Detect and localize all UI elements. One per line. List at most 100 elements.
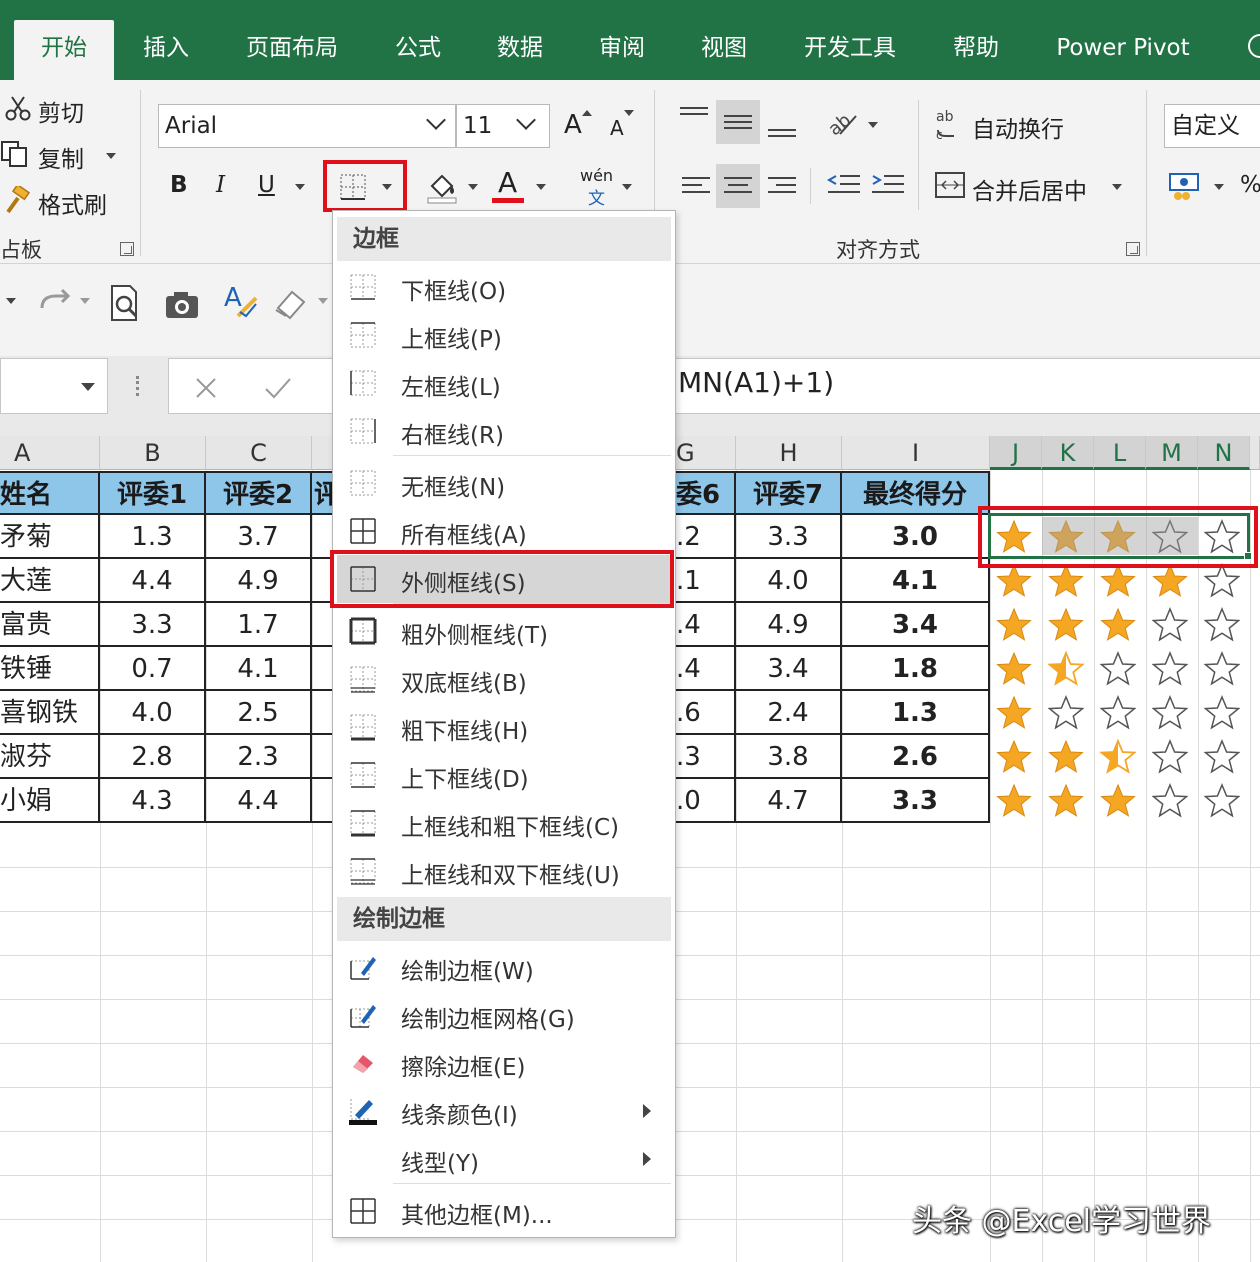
column-header-m[interactable]: M <box>1146 436 1198 470</box>
format-painter-button[interactable]: 格式刷 <box>38 186 107 220</box>
menu-item-line-style[interactable]: 线型(Y) <box>337 1135 671 1183</box>
tab-developer[interactable]: 开发工具 <box>790 20 910 80</box>
fill-color-icon[interactable] <box>424 168 460 204</box>
tab-formulas[interactable]: 公式 <box>380 20 456 80</box>
fill-color-dropdown-icon[interactable] <box>468 184 478 190</box>
percent-style-button[interactable]: % <box>1240 172 1260 198</box>
merge-center-icon[interactable] <box>934 170 966 200</box>
menu-item-top-bottom-border[interactable]: 上下框线(D) <box>337 751 671 799</box>
tab-review[interactable]: 审阅 <box>584 20 660 80</box>
scissors-icon[interactable] <box>4 94 32 122</box>
decrease-indent-icon[interactable] <box>826 170 862 200</box>
column-header-o[interactable] <box>1250 436 1260 470</box>
menu-item-draw-border-grid[interactable]: 绘制边框网格(G) <box>337 991 671 1039</box>
menu-item-draw-border[interactable]: 绘制边框(W) <box>337 943 671 991</box>
cell-judge2[interactable]: 4.4 <box>206 779 312 823</box>
print-preview-icon[interactable] <box>108 284 142 324</box>
cell-judge6[interactable]: .6 <box>676 691 736 735</box>
cell-final-score[interactable]: 4.1 <box>842 559 990 603</box>
align-bottom-icon[interactable] <box>766 118 798 146</box>
wrap-text-icon[interactable]: ab c <box>934 108 964 140</box>
column-header-j[interactable]: J <box>990 436 1042 470</box>
redo-dropdown-icon[interactable] <box>80 298 90 304</box>
format-painter-icon[interactable] <box>2 186 32 216</box>
menu-item-more-borders[interactable]: 其他边框(M)... <box>337 1187 671 1235</box>
cell-judge6[interactable]: .3 <box>676 735 736 779</box>
column-header-l[interactable]: L <box>1094 436 1146 470</box>
name-box[interactable] <box>0 358 108 414</box>
tab-page-layout[interactable]: 页面布局 <box>230 20 354 80</box>
cell-judge6[interactable]: .4 <box>676 647 736 691</box>
cancel-icon[interactable] <box>193 375 219 401</box>
italic-button[interactable]: I <box>216 172 225 198</box>
wrap-text-button[interactable]: 自动换行 <box>972 110 1064 144</box>
header-cell-judge7[interactable]: 评委7 <box>736 471 842 515</box>
align-left-icon[interactable] <box>680 172 712 200</box>
tab-insert[interactable]: 插入 <box>124 20 208 80</box>
cell-judge1[interactable]: 4.0 <box>100 691 206 735</box>
column-header-g[interactable]: G <box>676 436 736 470</box>
menu-item-top-thick-bottom-border[interactable]: 上框线和粗下框线(C) <box>337 799 671 847</box>
enter-icon[interactable] <box>263 375 293 401</box>
cell-judge7[interactable]: 3.4 <box>736 647 842 691</box>
shrink-font-button[interactable]: A <box>610 116 624 140</box>
cell-name[interactable]: 富贵 <box>0 603 100 647</box>
column-header-k[interactable]: K <box>1042 436 1094 470</box>
tell-me-icon[interactable] <box>1248 34 1260 58</box>
align-middle-button[interactable] <box>716 100 760 144</box>
header-cell-final-score[interactable]: 最终得分 <box>842 471 990 515</box>
menu-item-thick-outside-border[interactable]: 粗外侧框线(T) <box>337 607 671 655</box>
cell-final-score[interactable]: 3.0 <box>842 515 990 559</box>
cell-name[interactable]: 喜钢铁 <box>0 691 100 735</box>
phonetic-dropdown-icon[interactable] <box>622 184 632 190</box>
cell-judge1[interactable]: 4.3 <box>100 779 206 823</box>
menu-item-top-double-bottom-border[interactable]: 上框线和双下框线(U) <box>337 847 671 895</box>
cell-judge2[interactable]: 4.1 <box>206 647 312 691</box>
font-color-dropdown-icon[interactable] <box>536 184 546 190</box>
cell-final-score[interactable]: 3.4 <box>842 603 990 647</box>
accounting-dropdown-icon[interactable] <box>1214 184 1224 190</box>
underline-button[interactable]: U <box>258 172 275 198</box>
menu-item-double-bottom-border[interactable]: 双底框线(B) <box>337 655 671 703</box>
column-header-a[interactable]: A <box>0 436 100 470</box>
align-right-icon[interactable] <box>766 172 798 200</box>
cut-button[interactable]: 剪切 <box>38 94 84 128</box>
column-header-b[interactable]: B <box>100 436 206 470</box>
cell-judge2[interactable]: 2.5 <box>206 691 312 735</box>
header-cell-judge1[interactable]: 评委1 <box>100 471 206 515</box>
cell-judge7[interactable]: 4.9 <box>736 603 842 647</box>
formula-bar-splitter[interactable] <box>136 376 140 396</box>
cell-judge1[interactable]: 3.3 <box>100 603 206 647</box>
header-cell-judge2[interactable]: 评委2 <box>206 471 312 515</box>
font-size-combobox[interactable]: 11 <box>456 104 550 148</box>
cell-judge6[interactable]: .0 <box>676 779 736 823</box>
copy-button[interactable]: 复制 <box>38 140 84 174</box>
cell-judge7[interactable]: 4.0 <box>736 559 842 603</box>
camera-icon[interactable] <box>164 290 200 320</box>
tab-view[interactable]: 视图 <box>686 20 762 80</box>
column-header-n[interactable]: N <box>1198 436 1250 470</box>
cell-judge2[interactable]: 4.9 <box>206 559 312 603</box>
menu-item-left-border[interactable]: 左框线(L) <box>337 359 671 407</box>
redo-icon[interactable] <box>38 286 74 316</box>
cell-name[interactable]: 大莲 <box>0 559 100 603</box>
copy-icon[interactable] <box>0 140 30 168</box>
cell-name[interactable]: 铁锤 <box>0 647 100 691</box>
header-cell-judge6[interactable]: 委6 <box>676 471 736 515</box>
cell-name[interactable]: 矛菊 <box>0 515 100 559</box>
menu-item-no-border[interactable]: 无框线(N) <box>337 459 671 507</box>
menu-item-right-border[interactable]: 右框线(R) <box>337 407 671 455</box>
column-header-c[interactable]: C <box>206 436 312 470</box>
cell-final-score[interactable]: 3.3 <box>842 779 990 823</box>
cell-judge1[interactable]: 1.3 <box>100 515 206 559</box>
grow-font-button[interactable]: A <box>564 110 582 140</box>
cell-judge6[interactable]: .2 <box>676 515 736 559</box>
menu-item-eraser[interactable]: 擦除边框(E) <box>337 1039 671 1087</box>
align-top-icon[interactable] <box>678 104 710 132</box>
column-header-h[interactable]: H <box>736 436 842 470</box>
clear-formats-icon[interactable] <box>272 286 308 320</box>
merge-center-button[interactable]: 合并后居中 <box>972 172 1087 206</box>
increase-indent-icon[interactable] <box>870 170 906 200</box>
font-color-button[interactable]: A <box>498 166 517 199</box>
header-cell-name[interactable]: 姓名 <box>0 471 100 515</box>
